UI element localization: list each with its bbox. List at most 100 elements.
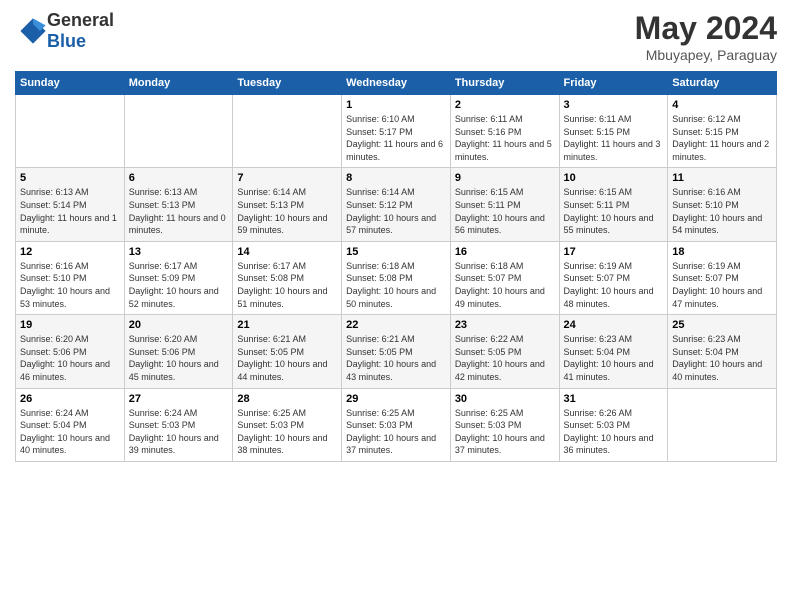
header: General Blue May 2024 Mbuyapey, Paraguay <box>15 10 777 63</box>
weekday-header-monday: Monday <box>124 72 233 95</box>
calendar-cell: 24 Sunrise: 6:23 AM Sunset: 5:04 PM Dayli… <box>559 315 668 388</box>
calendar-cell: 15 Sunrise: 6:18 AM Sunset: 5:08 PM Dayli… <box>342 241 451 314</box>
calendar-cell <box>16 95 125 168</box>
day-info: Sunrise: 6:18 AM Sunset: 5:07 PM Dayligh… <box>455 260 555 310</box>
day-number: 2 <box>455 99 555 111</box>
calendar-cell: 22 Sunrise: 6:21 AM Sunset: 5:05 PM Dayli… <box>342 315 451 388</box>
calendar-cell: 19 Sunrise: 6:20 AM Sunset: 5:06 PM Dayli… <box>16 315 125 388</box>
day-number: 15 <box>346 246 446 258</box>
day-number: 23 <box>455 319 555 331</box>
day-info: Sunrise: 6:12 AM Sunset: 5:15 PM Dayligh… <box>672 113 772 163</box>
day-number: 26 <box>20 393 120 405</box>
weekday-header-wednesday: Wednesday <box>342 72 451 95</box>
page: General Blue May 2024 Mbuyapey, Paraguay… <box>0 0 792 612</box>
day-info: Sunrise: 6:21 AM Sunset: 5:05 PM Dayligh… <box>237 333 337 383</box>
calendar-cell: 31Sunrise: 6:26 AM Sunset: 5:03 PM Dayli… <box>559 388 668 461</box>
day-number: 19 <box>20 319 120 331</box>
day-info: Sunrise: 6:24 AM Sunset: 5:03 PM Dayligh… <box>129 407 229 457</box>
calendar-week-3: 12Sunrise: 6:16 AM Sunset: 5:10 PM Dayli… <box>16 241 777 314</box>
title-block: May 2024 Mbuyapey, Paraguay <box>635 10 777 63</box>
calendar-cell: 10 Sunrise: 6:15 AM Sunset: 5:11 PM Dayli… <box>559 168 668 241</box>
day-info: Sunrise: 6:14 AM Sunset: 5:13 PM Dayligh… <box>237 186 337 236</box>
day-number: 7 <box>237 172 337 184</box>
calendar-week-2: 5Sunrise: 6:13 AM Sunset: 5:14 PM Daylig… <box>16 168 777 241</box>
day-number: 18 <box>672 246 772 258</box>
calendar-cell: 12Sunrise: 6:16 AM Sunset: 5:10 PM Dayli… <box>16 241 125 314</box>
calendar-cell: 4 Sunrise: 6:12 AM Sunset: 5:15 PM Daylig… <box>668 95 777 168</box>
weekday-header-sunday: Sunday <box>16 72 125 95</box>
calendar-body: 1 Sunrise: 6:10 AM Sunset: 5:17 PM Daylig… <box>16 95 777 462</box>
day-info: Sunrise: 6:21 AM Sunset: 5:05 PM Dayligh… <box>346 333 446 383</box>
day-number: 25 <box>672 319 772 331</box>
day-info: Sunrise: 6:25 AM Sunset: 5:03 PM Dayligh… <box>237 407 337 457</box>
day-info: Sunrise: 6:15 AM Sunset: 5:11 PM Dayligh… <box>564 186 664 236</box>
day-info: Sunrise: 6:23 AM Sunset: 5:04 PM Dayligh… <box>564 333 664 383</box>
day-number: 17 <box>564 246 664 258</box>
calendar-cell: 14 Sunrise: 6:17 AM Sunset: 5:08 PM Dayli… <box>233 241 342 314</box>
day-number: 30 <box>455 393 555 405</box>
calendar-cell: 17Sunrise: 6:19 AM Sunset: 5:07 PM Dayli… <box>559 241 668 314</box>
calendar-cell: 11 Sunrise: 6:16 AM Sunset: 5:10 PM Dayli… <box>668 168 777 241</box>
day-number: 29 <box>346 393 446 405</box>
calendar-cell: 7 Sunrise: 6:14 AM Sunset: 5:13 PM Daylig… <box>233 168 342 241</box>
calendar-cell: 29Sunrise: 6:25 AM Sunset: 5:03 PM Dayli… <box>342 388 451 461</box>
calendar-cell: 18 Sunrise: 6:19 AM Sunset: 5:07 PM Dayli… <box>668 241 777 314</box>
day-number: 20 <box>129 319 229 331</box>
logo-blue: Blue <box>47 31 114 52</box>
day-number: 1 <box>346 99 446 111</box>
day-info: Sunrise: 6:20 AM Sunset: 5:06 PM Dayligh… <box>20 333 120 383</box>
day-info: Sunrise: 6:18 AM Sunset: 5:08 PM Dayligh… <box>346 260 446 310</box>
day-info: Sunrise: 6:13 AM Sunset: 5:13 PM Dayligh… <box>129 186 229 236</box>
day-number: 12 <box>20 246 120 258</box>
calendar-cell: 16 Sunrise: 6:18 AM Sunset: 5:07 PM Dayli… <box>450 241 559 314</box>
logo-text: General Blue <box>47 10 114 52</box>
calendar-cell: 3Sunrise: 6:11 AM Sunset: 5:15 PM Daylig… <box>559 95 668 168</box>
day-number: 10 <box>564 172 664 184</box>
day-info: Sunrise: 6:16 AM Sunset: 5:10 PM Dayligh… <box>672 186 772 236</box>
calendar-cell: 5Sunrise: 6:13 AM Sunset: 5:14 PM Daylig… <box>16 168 125 241</box>
day-info: Sunrise: 6:19 AM Sunset: 5:07 PM Dayligh… <box>672 260 772 310</box>
day-number: 11 <box>672 172 772 184</box>
calendar-week-4: 19 Sunrise: 6:20 AM Sunset: 5:06 PM Dayli… <box>16 315 777 388</box>
weekday-row: SundayMondayTuesdayWednesdayThursdayFrid… <box>16 72 777 95</box>
calendar-cell <box>124 95 233 168</box>
weekday-header-friday: Friday <box>559 72 668 95</box>
weekday-header-thursday: Thursday <box>450 72 559 95</box>
day-info: Sunrise: 6:17 AM Sunset: 5:08 PM Dayligh… <box>237 260 337 310</box>
day-number: 5 <box>20 172 120 184</box>
day-info: Sunrise: 6:10 AM Sunset: 5:17 PM Dayligh… <box>346 113 446 163</box>
day-number: 9 <box>455 172 555 184</box>
calendar-cell: 23 Sunrise: 6:22 AM Sunset: 5:05 PM Dayli… <box>450 315 559 388</box>
calendar-cell: 27 Sunrise: 6:24 AM Sunset: 5:03 PM Dayli… <box>124 388 233 461</box>
day-number: 31 <box>564 393 664 405</box>
calendar-cell <box>668 388 777 461</box>
day-number: 22 <box>346 319 446 331</box>
calendar-cell: 9 Sunrise: 6:15 AM Sunset: 5:11 PM Daylig… <box>450 168 559 241</box>
location: Mbuyapey, Paraguay <box>635 47 777 63</box>
logo: General Blue <box>15 10 114 52</box>
day-info: Sunrise: 6:15 AM Sunset: 5:11 PM Dayligh… <box>455 186 555 236</box>
day-number: 24 <box>564 319 664 331</box>
day-info: Sunrise: 6:17 AM Sunset: 5:09 PM Dayligh… <box>129 260 229 310</box>
day-number: 3 <box>564 99 664 111</box>
day-number: 4 <box>672 99 772 111</box>
calendar-header: SundayMondayTuesdayWednesdayThursdayFrid… <box>16 72 777 95</box>
calendar-week-1: 1 Sunrise: 6:10 AM Sunset: 5:17 PM Daylig… <box>16 95 777 168</box>
calendar-table: SundayMondayTuesdayWednesdayThursdayFrid… <box>15 71 777 462</box>
logo-icon <box>19 17 47 45</box>
day-info: Sunrise: 6:22 AM Sunset: 5:05 PM Dayligh… <box>455 333 555 383</box>
calendar-cell: 26Sunrise: 6:24 AM Sunset: 5:04 PM Dayli… <box>16 388 125 461</box>
logo-general: General <box>47 10 114 31</box>
weekday-header-tuesday: Tuesday <box>233 72 342 95</box>
day-info: Sunrise: 6:23 AM Sunset: 5:04 PM Dayligh… <box>672 333 772 383</box>
day-number: 27 <box>129 393 229 405</box>
calendar-cell: 1 Sunrise: 6:10 AM Sunset: 5:17 PM Daylig… <box>342 95 451 168</box>
day-info: Sunrise: 6:25 AM Sunset: 5:03 PM Dayligh… <box>455 407 555 457</box>
day-number: 21 <box>237 319 337 331</box>
calendar-cell: 2Sunrise: 6:11 AM Sunset: 5:16 PM Daylig… <box>450 95 559 168</box>
day-number: 14 <box>237 246 337 258</box>
day-info: Sunrise: 6:20 AM Sunset: 5:06 PM Dayligh… <box>129 333 229 383</box>
day-number: 16 <box>455 246 555 258</box>
day-info: Sunrise: 6:14 AM Sunset: 5:12 PM Dayligh… <box>346 186 446 236</box>
calendar-cell: 13Sunrise: 6:17 AM Sunset: 5:09 PM Dayli… <box>124 241 233 314</box>
